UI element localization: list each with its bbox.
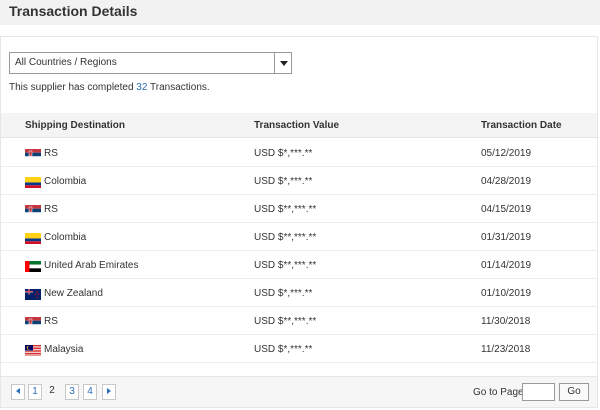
column-header-destination: Shipping Destination <box>25 120 125 131</box>
page-current-2: 2 <box>49 385 55 396</box>
destination-cell: United Arab Emirates <box>44 260 139 271</box>
value-cell: USD $*,***.** <box>254 344 313 355</box>
chevron-right-icon <box>107 388 111 395</box>
new-zealand-flag-icon <box>25 289 41 300</box>
table-row: RS USD $**,***.** 04/15/2019 <box>1 195 597 223</box>
date-cell: 04/15/2019 <box>481 204 532 215</box>
destination-cell: Colombia <box>44 232 87 243</box>
value-cell: USD $*,***.** <box>254 176 313 187</box>
colombia-flag-icon <box>25 233 41 244</box>
country-region-select[interactable]: All Countries / Regions <box>9 52 292 74</box>
destination-cell: Colombia <box>44 176 87 187</box>
transaction-count: 32 <box>136 82 148 93</box>
date-cell: 01/10/2019 <box>481 288 532 299</box>
prev-page-button[interactable] <box>11 384 25 400</box>
colombia-flag-icon <box>25 177 41 188</box>
goto-page-input[interactable] <box>522 383 555 401</box>
date-cell: 11/30/2018 <box>481 316 531 327</box>
dropdown-arrow-icon[interactable] <box>280 61 288 66</box>
go-button[interactable]: Go <box>559 383 589 401</box>
destination-cell: RS <box>44 148 58 159</box>
goto-page-label: Go to Page <box>473 387 524 398</box>
column-header-value: Transaction Value <box>254 120 340 131</box>
table-row: Colombia USD $**,***.** 01/31/2019 <box>1 223 597 251</box>
table-row: RS USD $**,***.** 11/30/2018 <box>1 307 597 335</box>
next-page-button[interactable] <box>102 384 116 400</box>
destination-cell: New Zealand <box>44 288 103 299</box>
value-cell: USD $*,***.** <box>254 288 313 299</box>
date-cell: 01/14/2019 <box>481 260 532 271</box>
summary-suffix: Transactions. <box>150 82 210 93</box>
malaysia-flag-icon <box>25 345 41 356</box>
table-header: Shipping Destination Transaction Value T… <box>1 113 597 138</box>
destination-cell: Malaysia <box>44 344 84 355</box>
value-cell: USD $**,***.** <box>254 204 317 215</box>
column-header-date: Transaction Date <box>481 120 562 131</box>
pagination-bar: 1 2 3 4 Go to Page Go <box>1 376 597 407</box>
section-header: Transaction Details <box>0 0 600 25</box>
uae-flag-icon <box>25 261 41 272</box>
date-cell: 05/12/2019 <box>481 148 532 159</box>
country-region-select-value: All Countries / Regions <box>15 57 117 68</box>
transaction-summary: This supplier has completed 32 Transacti… <box>9 82 210 93</box>
value-cell: USD $**,***.** <box>254 260 317 271</box>
value-cell: USD $**,***.** <box>254 232 317 243</box>
table-row: New Zealand USD $*,***.** 01/10/2019 <box>1 279 597 307</box>
section-title: Transaction Details <box>9 3 138 19</box>
destination-cell: RS <box>44 316 58 327</box>
value-cell: USD $**,***.** <box>254 316 317 327</box>
value-cell: USD $*,***.** <box>254 148 313 159</box>
date-cell: 11/23/2018 <box>481 344 531 355</box>
table-row: Malaysia USD $*,***.** 11/23/2018 <box>1 335 597 363</box>
select-divider <box>274 53 275 73</box>
table-row: Colombia USD $*,***.** 04/28/2019 <box>1 167 597 195</box>
serbia-flag-icon <box>25 317 41 328</box>
date-cell: 01/31/2019 <box>481 232 532 243</box>
summary-prefix: This supplier has completed <box>9 82 134 93</box>
page-link-4[interactable]: 4 <box>83 384 97 400</box>
serbia-flag-icon <box>25 149 41 160</box>
destination-cell: RS <box>44 204 58 215</box>
date-cell: 04/28/2019 <box>481 176 532 187</box>
table-row: RS USD $*,***.** 05/12/2019 <box>1 139 597 167</box>
table-row: United Arab Emirates USD $**,***.** 01/1… <box>1 251 597 279</box>
serbia-flag-icon <box>25 205 41 216</box>
chevron-left-icon <box>16 388 20 395</box>
page-link-1[interactable]: 1 <box>28 384 42 400</box>
page-link-3[interactable]: 3 <box>65 384 79 400</box>
